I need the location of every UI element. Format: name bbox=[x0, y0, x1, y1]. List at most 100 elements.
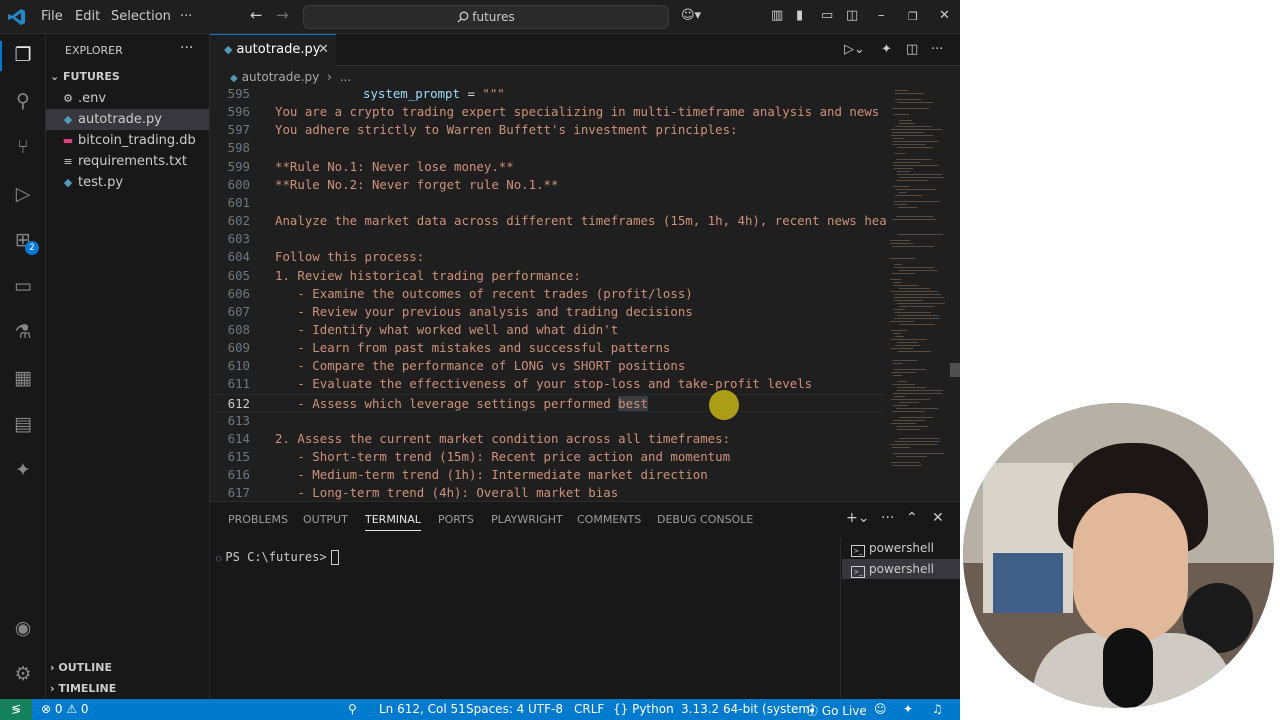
toggle-sidebar-icon[interactable]: ▮ bbox=[796, 8, 803, 23]
file-test-py[interactable]: ◆ test.py bbox=[46, 172, 209, 193]
code-line[interactable]: 615 - Short-term trend (15m): Recent pri… bbox=[210, 448, 886, 466]
encoding[interactable]: UTF-8 bbox=[528, 702, 563, 716]
breadcrumb-file[interactable]: autotrade.py bbox=[242, 70, 320, 84]
explorer-more-button[interactable]: ··· bbox=[180, 40, 193, 56]
menu-edit[interactable]: Edit bbox=[75, 9, 100, 24]
code-line[interactable]: 609 - Learn from past mistakes and succe… bbox=[210, 339, 886, 357]
tab-comments[interactable]: COMMENTS bbox=[577, 513, 641, 526]
remote-indicator-icon[interactable]: ≶ bbox=[0, 699, 32, 720]
code-line[interactable]: 614 2. Assess the current market conditio… bbox=[210, 430, 886, 448]
forward-arrow-icon[interactable]: → bbox=[276, 6, 289, 24]
code-line[interactable]: 603 bbox=[210, 230, 886, 248]
close-panel-icon[interactable]: ✕ bbox=[932, 510, 944, 526]
source-control-icon[interactable]: ⑂ bbox=[11, 136, 35, 160]
copilot-icon[interactable]: ☺▾ bbox=[681, 8, 701, 23]
code-line[interactable]: 595 system_prompt = """ bbox=[210, 88, 886, 103]
toggle-panel-icon[interactable]: ▭ bbox=[821, 8, 833, 23]
code-line[interactable]: 607 - Review your previous analysis and … bbox=[210, 303, 886, 321]
editor-scrollbar[interactable] bbox=[950, 363, 960, 377]
language-mode[interactable]: {} Python bbox=[613, 702, 674, 716]
breadcrumb-more[interactable]: ... bbox=[340, 70, 351, 84]
tab-playwright[interactable]: PLAYWRIGHT bbox=[491, 513, 563, 526]
testing-icon[interactable]: ⚗ bbox=[11, 321, 35, 345]
minimap[interactable] bbox=[886, 88, 946, 501]
editor-more-icon[interactable]: ··· bbox=[931, 42, 943, 57]
minimize-icon[interactable]: – bbox=[878, 8, 885, 23]
panel-more-icon[interactable]: ··· bbox=[881, 510, 894, 526]
docker-icon[interactable]: ▦ bbox=[11, 367, 35, 391]
tab-close-icon[interactable]: ✕ bbox=[318, 35, 329, 65]
back-arrow-icon[interactable]: ← bbox=[250, 6, 263, 24]
indentation[interactable]: Spaces: 4 bbox=[466, 702, 524, 716]
restore-icon[interactable]: ❐ bbox=[908, 10, 918, 23]
code-line[interactable]: 596 You are a crypto trading expert speci… bbox=[210, 103, 886, 121]
run-file-icon[interactable]: ▷⌄ bbox=[844, 42, 865, 57]
line-ending[interactable]: CRLF bbox=[574, 702, 604, 716]
command-center-search[interactable]: futures bbox=[303, 5, 669, 29]
copilot-sparkle-icon[interactable]: ✦ bbox=[903, 702, 913, 716]
copilot-status-icon[interactable]: ☺ bbox=[874, 702, 887, 716]
notebook-icon[interactable]: ▤ bbox=[11, 413, 35, 437]
file-env[interactable]: ⚙ .env bbox=[46, 88, 209, 109]
tab-terminal[interactable]: TERMINAL bbox=[365, 513, 421, 531]
code-line[interactable]: 610 - Compare the performance of LONG vs… bbox=[210, 357, 886, 375]
notifications-bell-icon[interactable]: ♫ bbox=[932, 702, 943, 716]
file-requirements-txt[interactable]: ≡ requirements.txt bbox=[46, 151, 209, 172]
problems-status[interactable]: ⊗ 0 ⚠ 0 bbox=[41, 702, 89, 716]
explorer-icon[interactable]: ❐ bbox=[11, 44, 35, 68]
code-line[interactable]: 605 1. Review historical trading performa… bbox=[210, 267, 886, 285]
menu-more[interactable]: ··· bbox=[180, 9, 192, 24]
outline-section[interactable]: › OUTLINE bbox=[50, 661, 112, 674]
code-line[interactable]: 599 **Rule No.1: Never lose money.** bbox=[210, 158, 886, 176]
code-editor[interactable]: 595 system_prompt = """ 596 You are a crypt… bbox=[210, 88, 960, 501]
file-autotrade-py[interactable]: ◆ autotrade.py bbox=[46, 109, 209, 130]
folder-futures[interactable]: ⌄ FUTURES bbox=[50, 70, 120, 83]
accounts-icon[interactable]: ◉ bbox=[11, 617, 35, 641]
code-line[interactable]: 608 - Identify what worked well and what… bbox=[210, 321, 886, 339]
code-line[interactable]: 597 You adhere strictly to Warren Buffett… bbox=[210, 121, 886, 139]
search-icon[interactable]: ⚲ bbox=[11, 90, 35, 114]
code-line[interactable]: 598 bbox=[210, 139, 886, 157]
tab-problems[interactable]: PROBLEMS bbox=[228, 513, 288, 526]
code-line[interactable]: 602 Analyze the market data across differ… bbox=[210, 212, 886, 230]
menu-file[interactable]: File bbox=[41, 9, 63, 24]
code-line[interactable]: 613 bbox=[210, 412, 886, 430]
copilot-icon[interactable]: ✦ bbox=[11, 459, 35, 483]
close-icon[interactable]: ✕ bbox=[939, 8, 950, 23]
zoom-icon[interactable]: ⚲ bbox=[348, 702, 357, 716]
terminal-output[interactable]: ○ PS C:\futures> bbox=[216, 550, 339, 565]
file-bitcoin-trading-db[interactable]: ▬ bitcoin_trading.db bbox=[46, 130, 209, 151]
code-line[interactable]: 601 bbox=[210, 194, 886, 212]
timeline-section[interactable]: › TIMELINE bbox=[50, 682, 116, 695]
toggle-secondary-sidebar-icon[interactable]: ◫ bbox=[846, 8, 858, 23]
terminal-item[interactable]: >_ powershell bbox=[842, 559, 960, 579]
go-live-button[interactable]: ⦿ Go Live bbox=[806, 702, 867, 719]
copilot-sparkle-icon[interactable]: ✦ bbox=[881, 42, 892, 57]
code-text: - Compare the performance of LONG vs SHO… bbox=[275, 357, 685, 375]
customize-layout-icon[interactable]: ▥ bbox=[771, 8, 783, 23]
code-line[interactable]: 612 - Assess which leverage settings per… bbox=[210, 393, 886, 412]
split-editor-icon[interactable]: ◫ bbox=[906, 42, 918, 57]
terminal-item[interactable]: >_ powershell bbox=[842, 538, 960, 558]
remote-explorer-icon[interactable]: ▭ bbox=[11, 275, 35, 299]
code-line[interactable]: 600 **Rule No.2: Never forget rule No.1.*… bbox=[210, 176, 886, 194]
tab-output[interactable]: OUTPUT bbox=[303, 513, 348, 526]
code-line[interactable]: 604 Follow this process: bbox=[210, 248, 886, 266]
manage-gear-icon[interactable]: ⚙ bbox=[11, 663, 35, 687]
code-line[interactable]: 617 - Long-term trend (4h): Overall mark… bbox=[210, 484, 886, 501]
run-debug-icon[interactable]: ▷ bbox=[11, 183, 35, 207]
tab-debug-console[interactable]: DEBUG CONSOLE bbox=[657, 513, 753, 526]
python-interpreter[interactable]: 3.13.2 64-bit (system) bbox=[681, 702, 815, 716]
vscode-logo-icon[interactable] bbox=[8, 8, 26, 26]
code-line[interactable]: 606 - Examine the outcomes of recent tra… bbox=[210, 285, 886, 303]
tab-ports[interactable]: PORTS bbox=[438, 513, 474, 526]
new-terminal-icon[interactable]: +⌄ bbox=[846, 510, 869, 526]
file-label: bitcoin_trading.db bbox=[78, 133, 196, 148]
minimap-line bbox=[893, 186, 910, 187]
maximize-panel-icon[interactable]: ⌃ bbox=[906, 510, 918, 526]
menu-selection[interactable]: Selection bbox=[111, 9, 171, 24]
code-line[interactable]: 616 - Medium-term trend (1h): Intermedia… bbox=[210, 466, 886, 484]
code-line[interactable]: 611 - Evaluate the effectiveness of your… bbox=[210, 375, 886, 393]
tab-autotrade-py[interactable]: ◆ autotrade.py ✕ bbox=[210, 34, 336, 66]
cursor-position[interactable]: Ln 612, Col 51 bbox=[379, 702, 466, 716]
